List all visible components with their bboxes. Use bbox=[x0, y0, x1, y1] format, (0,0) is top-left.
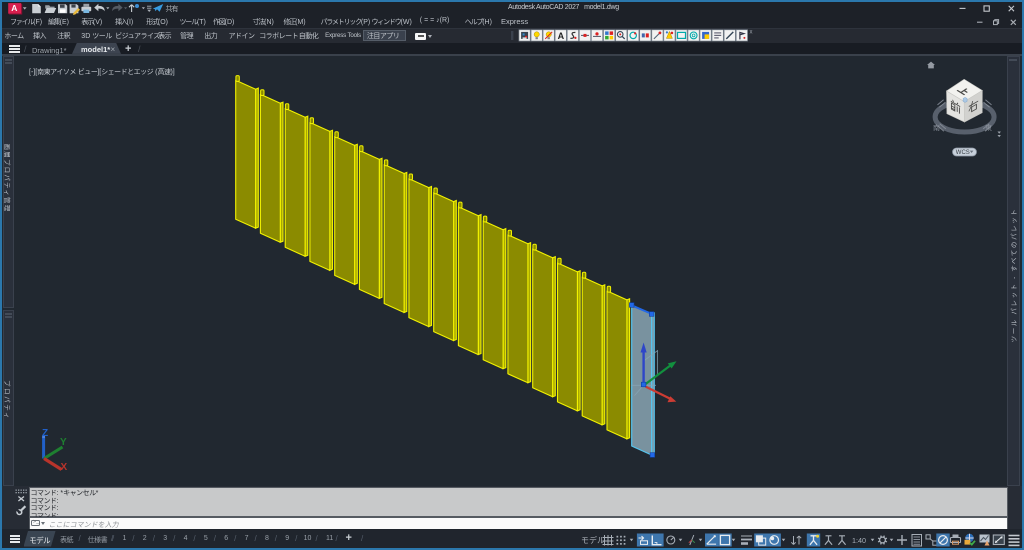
svg-text:A: A bbox=[558, 31, 565, 41]
svg-text:東: 東 bbox=[985, 123, 992, 132]
svg-text:A: A bbox=[11, 3, 17, 13]
svg-text:Y: Y bbox=[60, 437, 67, 448]
svg-text:南: 南 bbox=[933, 123, 940, 132]
svg-text:共有: 共有 bbox=[166, 4, 179, 13]
svg-text:Z: Z bbox=[42, 428, 48, 439]
svg-text:WCS: WCS bbox=[956, 150, 970, 156]
svg-text:1:40: 1:40 bbox=[852, 536, 866, 545]
svg-text:X: X bbox=[61, 462, 68, 473]
svg-text:x: x bbox=[750, 30, 753, 36]
